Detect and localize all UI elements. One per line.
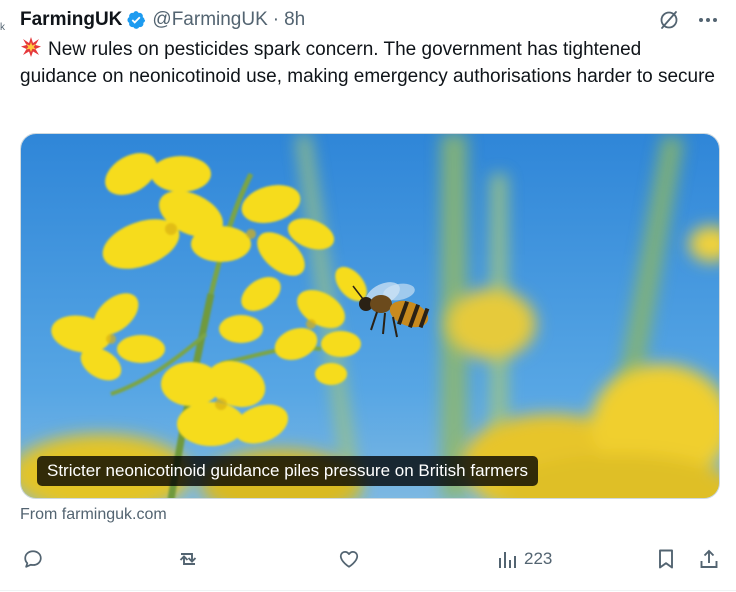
repost-icon	[179, 553, 197, 565]
post-time[interactable]: 8h	[284, 9, 305, 31]
post-text-container: New rules on pesticides spark concern. T…	[20, 36, 720, 90]
media-caption: Stricter neonicotinoid guidance piles pr…	[37, 456, 538, 486]
bookmark-icon	[659, 549, 673, 569]
collision-emoji-icon	[20, 36, 42, 58]
share-button[interactable]	[698, 543, 720, 575]
bookmark-button[interactable]	[656, 543, 676, 575]
heart-icon	[339, 550, 359, 568]
repost-button[interactable]	[176, 543, 200, 575]
link-source[interactable]: From farminguk.com	[20, 506, 167, 524]
grok-slash-icon[interactable]	[658, 9, 680, 31]
bee-on-rapeseed-photo	[21, 134, 719, 498]
separator-dot: ·	[272, 9, 280, 30]
reply-button[interactable]	[22, 543, 44, 575]
views-count: 223	[524, 549, 553, 568]
views-bar-chart-icon	[499, 552, 516, 568]
more-options-icon[interactable]	[698, 17, 718, 23]
views-button[interactable]: 223	[496, 543, 552, 575]
divider	[0, 590, 736, 591]
post-text: New rules on pesticides spark concern. T…	[20, 39, 715, 87]
verified-badge-icon[interactable]	[126, 10, 146, 30]
author-handle[interactable]: @FarmingUK	[152, 9, 267, 31]
action-bar: 223	[20, 543, 720, 575]
reply-icon	[24, 550, 42, 568]
post-media[interactable]: Stricter neonicotinoid guidance piles pr…	[20, 133, 720, 499]
author-name[interactable]: FarmingUK	[20, 9, 122, 31]
edge-glyph: k	[0, 22, 5, 33]
post-header: FarmingUK @FarmingUK · 8h	[20, 6, 718, 34]
share-icon	[700, 549, 718, 568]
like-button[interactable]	[338, 543, 360, 575]
